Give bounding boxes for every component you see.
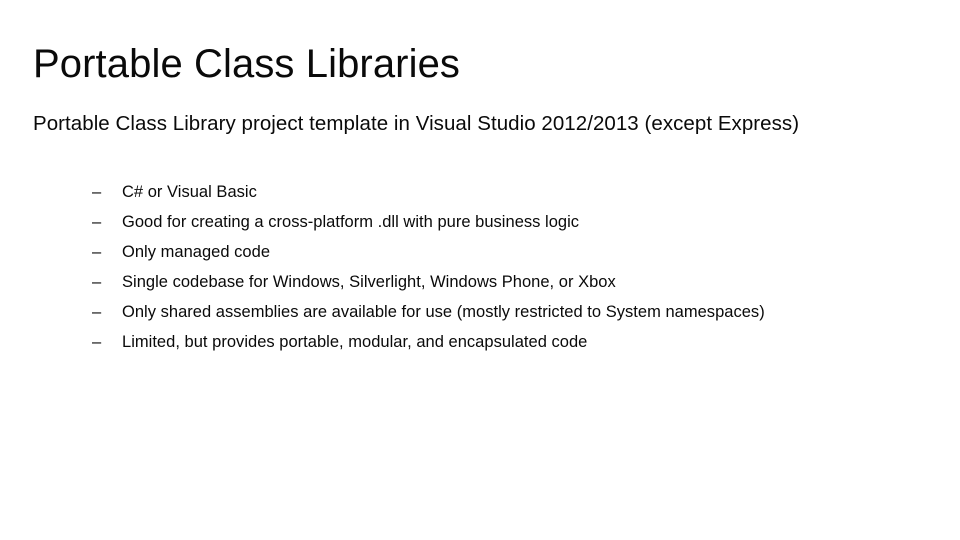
bullet-list: – C# or Visual Basic – Good for creating… <box>92 177 932 357</box>
slide-body: Portable Class Library project template … <box>33 110 928 351</box>
list-item: – Good for creating a cross-platform .dl… <box>92 207 932 237</box>
slide: Portable Class Libraries Portable Class … <box>0 0 960 540</box>
dash-bullet-icon: – <box>92 183 102 201</box>
list-item: – Only managed code <box>92 237 932 267</box>
list-item-label: Good for creating a cross-platform .dll … <box>122 213 580 231</box>
list-item-label: Single codebase for Windows, Silverlight… <box>122 273 616 291</box>
lead-paragraph: Portable Class Library project template … <box>33 112 800 135</box>
list-item: – Only shared assemblies are available f… <box>92 297 932 327</box>
dash-bullet-icon: – <box>92 243 102 261</box>
list-item: – Limited, but provides portable, modula… <box>92 327 932 357</box>
list-item-label: C# or Visual Basic <box>122 183 257 201</box>
list-item: – C# or Visual Basic <box>92 177 932 207</box>
dash-bullet-icon: – <box>92 303 102 321</box>
dash-bullet-icon: – <box>92 273 102 291</box>
dash-bullet-icon: – <box>92 213 102 231</box>
list-item-label: Only managed code <box>122 243 271 261</box>
page-title: Portable Class Libraries <box>33 41 461 86</box>
list-item: – Single codebase for Windows, Silverlig… <box>92 267 932 297</box>
list-item-label: Limited, but provides portable, modular,… <box>122 333 588 351</box>
dash-bullet-icon: – <box>92 333 102 351</box>
list-item-label: Only shared assemblies are available for… <box>122 303 765 321</box>
